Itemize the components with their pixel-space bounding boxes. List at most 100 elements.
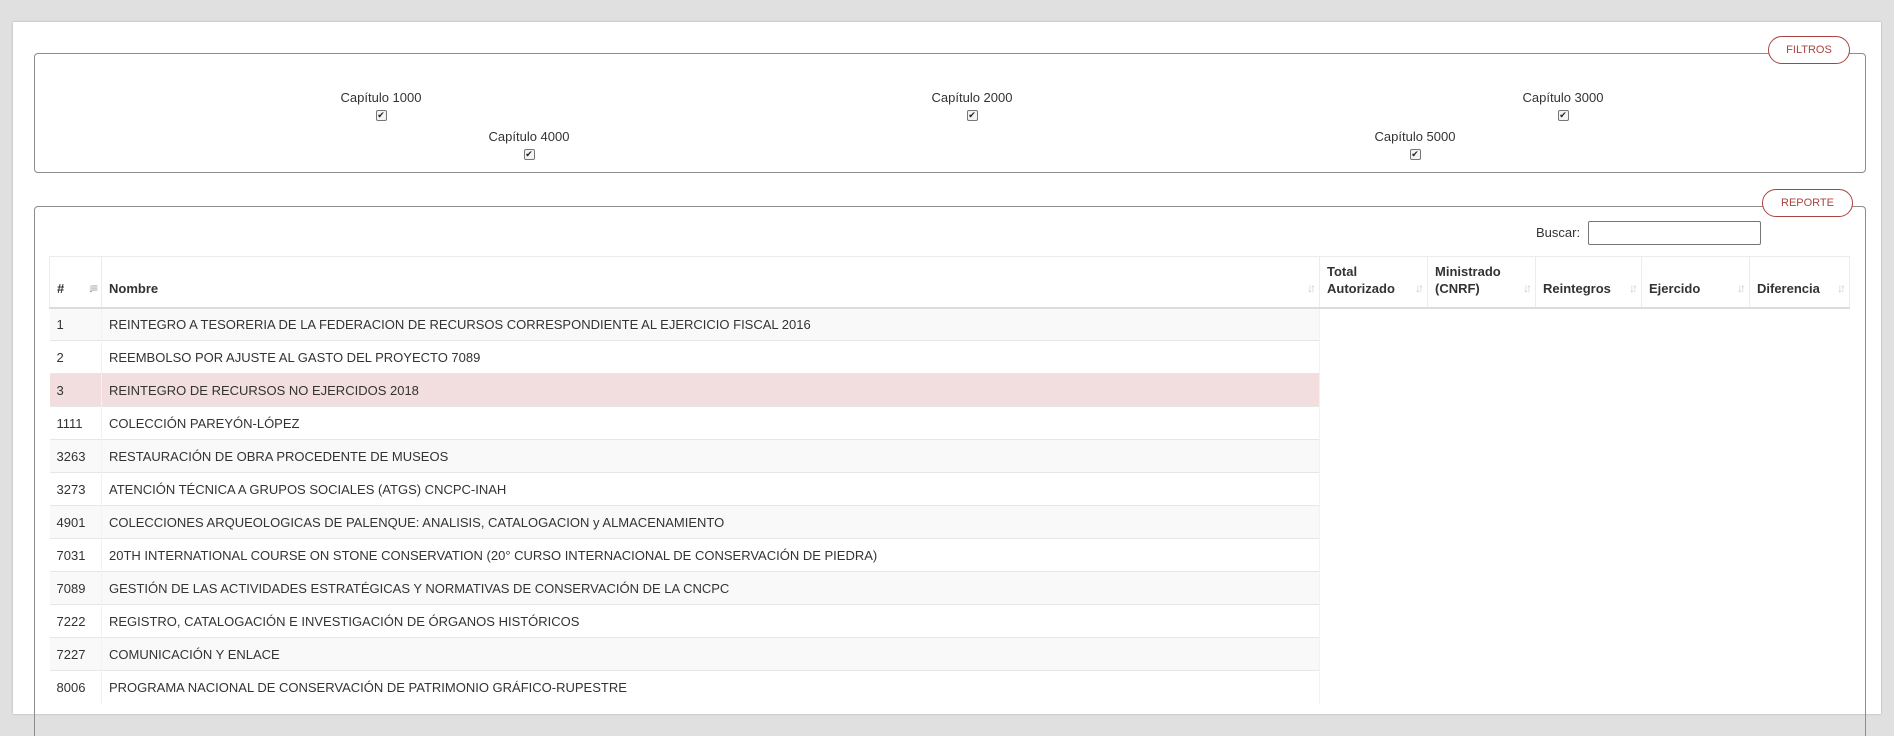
row-empty-cell xyxy=(1749,505,1850,539)
row-empty-cell xyxy=(1427,505,1536,539)
column-label: Total Autorizado xyxy=(1327,263,1395,296)
row-empty-cell xyxy=(1535,472,1642,506)
row-empty-cell xyxy=(1641,307,1750,341)
row-empty-cell xyxy=(1427,670,1536,704)
sort-icon: ↓↑ xyxy=(1523,280,1532,295)
row-empty-cell xyxy=(1749,406,1850,440)
table-row[interactable]: 1111 COLECCIÓN PAREYÓN-LÓPEZ xyxy=(49,406,1850,440)
row-empty-cell xyxy=(1535,505,1642,539)
table-row[interactable]: 3273 ATENCIÓN TÉCNICA A GRUPOS SOCIALES (… xyxy=(49,472,1850,506)
row-empty-cell xyxy=(1641,340,1750,374)
checkbox-capitulo-2000[interactable]: ✔ xyxy=(966,110,978,121)
checkbox-capitulo-4000[interactable]: ✔ xyxy=(523,149,535,160)
column-header-nombre[interactable]: Nombre ↓↑ xyxy=(101,256,1320,309)
checkbox-capitulo-3000[interactable]: ✔ xyxy=(1557,110,1569,121)
row-empty-cell xyxy=(1535,373,1642,407)
row-empty-cell xyxy=(1641,406,1750,440)
row-empty-cell xyxy=(1427,472,1536,506)
column-label: # xyxy=(57,280,65,296)
row-empty-cell xyxy=(1535,538,1642,572)
row-number: 1 xyxy=(49,307,102,341)
sort-icon: ↓↑ xyxy=(1837,280,1846,295)
row-empty-cell xyxy=(1535,340,1642,374)
table-row[interactable]: 4901 COLECCIONES ARQUEOLOGICAS DE PALENQU… xyxy=(49,505,1850,539)
checkbox-capitulo-5000[interactable]: ✔ xyxy=(1409,149,1421,160)
row-empty-cell xyxy=(1641,472,1750,506)
row-empty-cell xyxy=(1641,373,1750,407)
filter-capitulo-2000[interactable]: Capítulo 2000 ✔ xyxy=(902,90,1042,121)
row-empty-cell xyxy=(1641,604,1750,638)
row-empty-cell xyxy=(1319,307,1428,341)
row-name: RESTAURACIÓN DE OBRA PROCEDENTE DE MUSEO… xyxy=(101,439,1320,473)
filter-label: Capítulo 4000 xyxy=(488,129,570,144)
row-name: GESTIÓN DE LAS ACTIVIDADES ESTRATÉGICAS … xyxy=(101,571,1320,605)
row-empty-cell xyxy=(1319,406,1428,440)
table-row[interactable]: 1 REINTEGRO A TESORERIA DE LA FEDERACION … xyxy=(49,307,1850,341)
row-number: 3263 xyxy=(49,439,102,473)
row-empty-cell xyxy=(1641,670,1750,704)
search-label: Buscar: xyxy=(1536,225,1581,240)
column-label: Reintegros xyxy=(1543,280,1611,296)
report-panel: REPORTE Buscar: # ↓≡ Nombre ↓↑ Total Autor… xyxy=(34,189,1866,736)
row-number: 3 xyxy=(49,373,102,407)
table-row[interactable]: 8006 PROGRAMA NACIONAL DE CONSERVACIÓN DE… xyxy=(49,670,1850,704)
row-number: 4901 xyxy=(49,505,102,539)
row-empty-cell xyxy=(1641,571,1750,605)
row-empty-cell xyxy=(1535,307,1642,341)
reporte-button[interactable]: REPORTE xyxy=(1762,189,1853,217)
sort-asc-icon: ↓≡ xyxy=(87,280,98,295)
column-header-number[interactable]: # ↓≡ xyxy=(49,256,102,309)
column-header-ejercido[interactable]: Ejercido ↓↑ xyxy=(1641,256,1750,309)
filtros-button[interactable]: FILTROS xyxy=(1768,36,1850,64)
report-table: # ↓≡ Nombre ↓↑ Total Autorizado ↓↑ Ministra… xyxy=(49,256,1850,704)
row-empty-cell xyxy=(1319,340,1428,374)
filter-capitulo-3000[interactable]: Capítulo 3000 ✔ xyxy=(1493,90,1633,121)
table-row[interactable]: 7227 COMUNICACIÓN Y ENLACE xyxy=(49,637,1850,671)
row-empty-cell xyxy=(1641,439,1750,473)
table-row[interactable]: 7222 REGISTRO, CATALOGACIÓN E INVESTIGACI… xyxy=(49,604,1850,638)
row-empty-cell xyxy=(1319,670,1428,704)
checkbox-capitulo-1000[interactable]: ✔ xyxy=(375,110,387,121)
row-name: COLECCIONES ARQUEOLOGICAS DE PALENQUE: A… xyxy=(101,505,1320,539)
row-empty-cell xyxy=(1749,340,1850,374)
row-empty-cell xyxy=(1427,637,1536,671)
row-empty-cell xyxy=(1427,373,1536,407)
filter-capitulo-4000[interactable]: Capítulo 4000 ✔ xyxy=(459,129,599,160)
filter-capitulo-5000[interactable]: Capítulo 5000 ✔ xyxy=(1345,129,1485,160)
row-empty-cell xyxy=(1749,307,1850,341)
table-row[interactable]: 3263 RESTAURACIÓN DE OBRA PROCEDENTE DE M… xyxy=(49,439,1850,473)
row-empty-cell xyxy=(1641,637,1750,671)
table-row[interactable]: 3 REINTEGRO DE RECURSOS NO EJERCIDOS 2018 xyxy=(49,373,1850,407)
table-row[interactable]: 7031 20TH INTERNATIONAL COURSE ON STONE C… xyxy=(49,538,1850,572)
row-name: COLECCIÓN PAREYÓN-LÓPEZ xyxy=(101,406,1320,440)
row-empty-cell xyxy=(1427,604,1536,638)
table-row[interactable]: 7089 GESTIÓN DE LAS ACTIVIDADES ESTRATÉGI… xyxy=(49,571,1850,605)
row-empty-cell xyxy=(1749,373,1850,407)
table-row[interactable]: 2 REEMBOLSO POR AJUSTE AL GASTO DEL PROYE… xyxy=(49,340,1850,374)
row-number: 8006 xyxy=(49,670,102,704)
column-header-ministrado[interactable]: Ministrado (CNRF) ↓↑ xyxy=(1427,256,1536,309)
row-empty-cell xyxy=(1749,472,1850,506)
row-number: 1111 xyxy=(49,406,102,440)
row-number: 7031 xyxy=(49,538,102,572)
row-empty-cell xyxy=(1319,538,1428,572)
table-header-row: # ↓≡ Nombre ↓↑ Total Autorizado ↓↑ Ministra… xyxy=(49,256,1850,309)
filter-capitulo-1000[interactable]: Capítulo 1000 ✔ xyxy=(311,90,451,121)
row-number: 7227 xyxy=(49,637,102,671)
search-input[interactable] xyxy=(1588,221,1761,245)
sort-icon: ↓↑ xyxy=(1415,280,1424,295)
row-empty-cell xyxy=(1319,571,1428,605)
column-header-total-autorizado[interactable]: Total Autorizado ↓↑ xyxy=(1319,256,1428,309)
row-empty-cell xyxy=(1641,505,1750,539)
column-header-reintegros[interactable]: Reintegros ↓↑ xyxy=(1535,256,1642,309)
row-empty-cell xyxy=(1427,571,1536,605)
column-label: Diferencia xyxy=(1757,280,1820,296)
row-name: REINTEGRO DE RECURSOS NO EJERCIDOS 2018 xyxy=(101,373,1320,407)
row-empty-cell xyxy=(1319,439,1428,473)
row-number: 7222 xyxy=(49,604,102,638)
column-header-diferencia[interactable]: Diferencia ↓↑ xyxy=(1749,256,1850,309)
row-empty-cell xyxy=(1535,439,1642,473)
row-number: 3273 xyxy=(49,472,102,506)
row-empty-cell xyxy=(1535,571,1642,605)
row-number: 7089 xyxy=(49,571,102,605)
